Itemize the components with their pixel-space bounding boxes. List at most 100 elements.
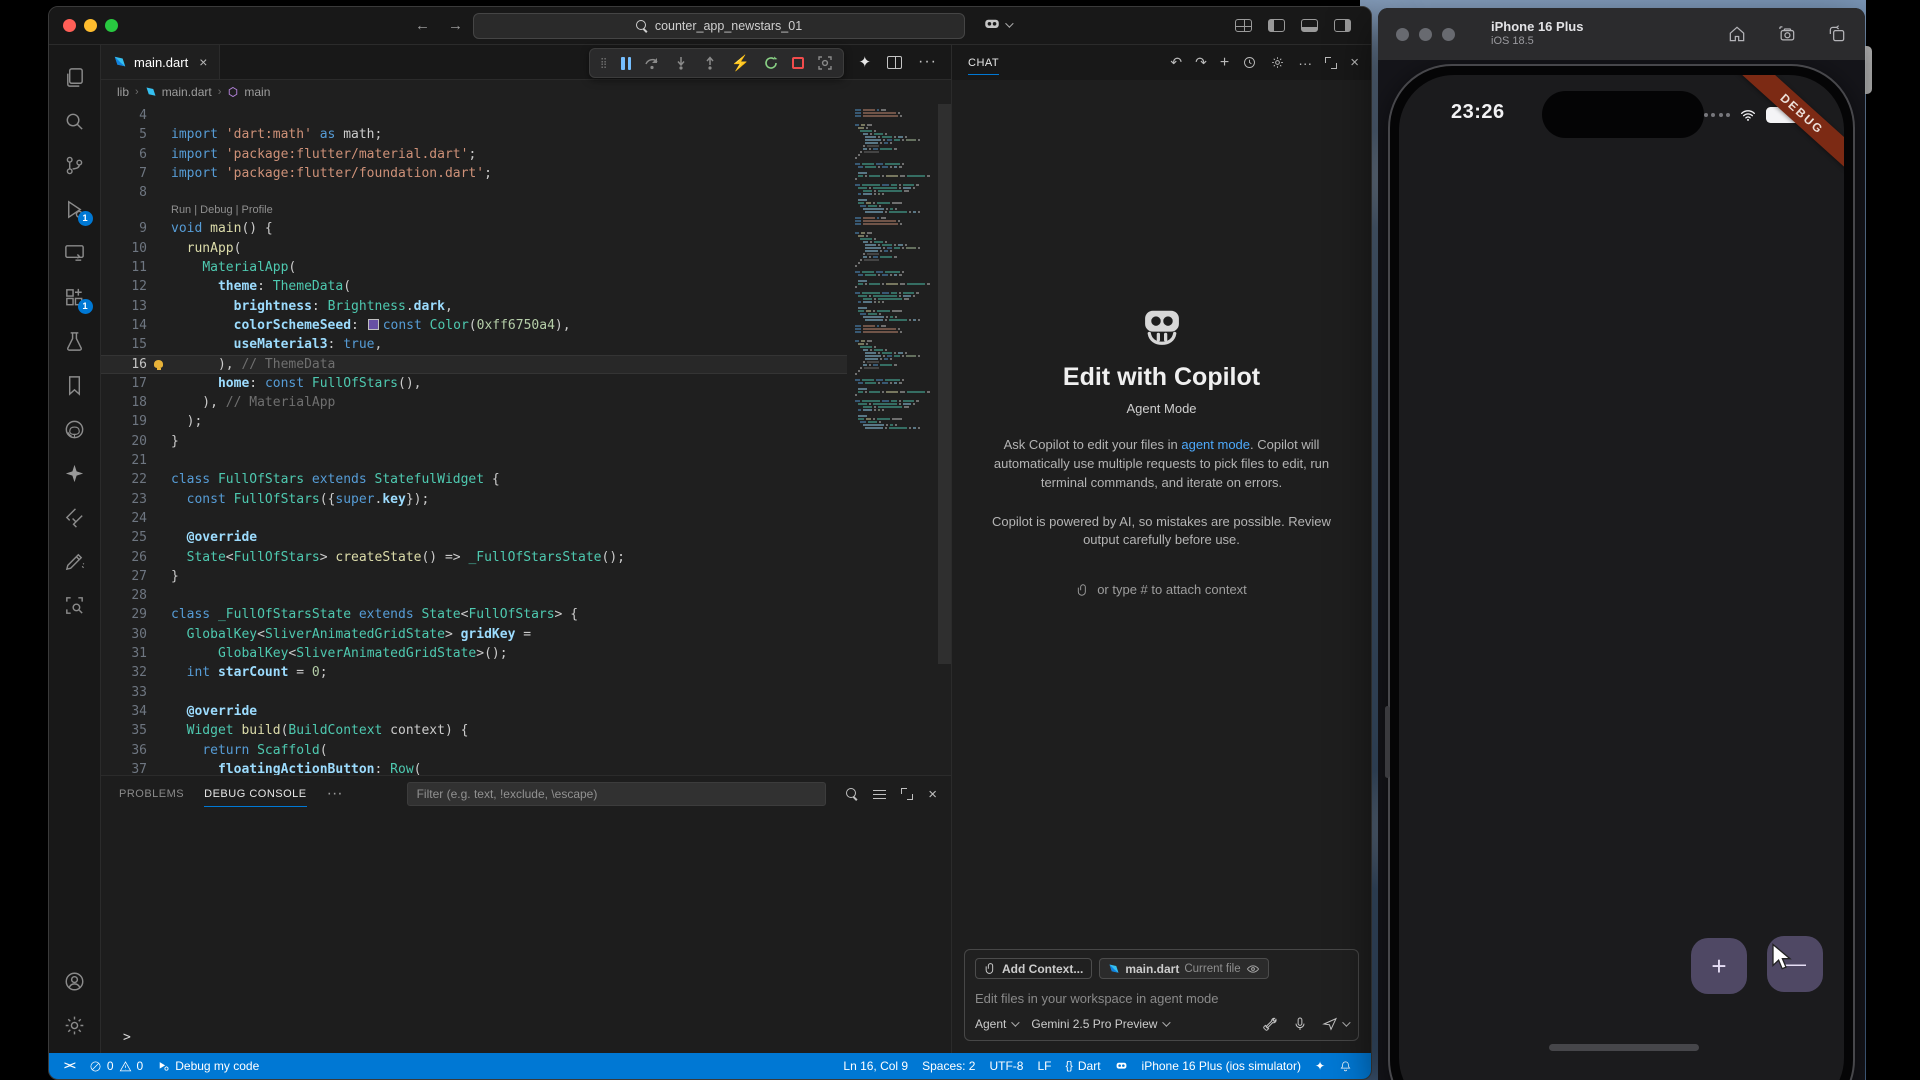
- toggle-sidebar-icon[interactable]: [1268, 19, 1285, 32]
- restart-icon[interactable]: [763, 55, 779, 71]
- home-indicator[interactable]: [1549, 1044, 1699, 1051]
- rotate-icon[interactable]: [1827, 24, 1847, 44]
- tab-problems[interactable]: PROBLEMS: [119, 776, 184, 812]
- model-picker[interactable]: Gemini 2.5 Pro Preview: [1031, 1017, 1168, 1031]
- debug-my-code-button[interactable]: Debug my code: [150, 1053, 266, 1079]
- nav-back-icon[interactable]: ←: [415, 17, 430, 34]
- chat-input-box[interactable]: Add Context... main.dart Current file Ag…: [964, 949, 1359, 1041]
- split-editor-icon[interactable]: [887, 56, 902, 69]
- mode-picker[interactable]: Agent: [975, 1017, 1017, 1031]
- step-over-icon[interactable]: [644, 55, 660, 71]
- minimize-window-button[interactable]: [84, 19, 97, 32]
- sidebar-item-github[interactable]: [53, 407, 97, 451]
- command-center-search[interactable]: counter_app_newstars_01: [473, 13, 965, 39]
- chevron-right-icon: ›: [218, 86, 222, 98]
- agent-mode-link[interactable]: agent mode: [1181, 437, 1250, 452]
- copilot-titlebar-button[interactable]: [983, 16, 1011, 34]
- step-out-icon[interactable]: [702, 55, 718, 71]
- editor-scrollbar[interactable]: [938, 104, 951, 664]
- code-editor[interactable]: 45import 'dart:math' as math;6import 'pa…: [101, 104, 951, 775]
- sidebar-item-edit[interactable]: [53, 539, 97, 583]
- mic-icon[interactable]: [1292, 1016, 1308, 1032]
- notifications-bell[interactable]: [1332, 1053, 1359, 1079]
- tab-debug-console[interactable]: DEBUG CONSOLE: [204, 776, 306, 812]
- drag-handle-icon[interactable]: ⣿: [600, 58, 608, 69]
- tab-main-dart[interactable]: main.dart ×: [101, 45, 220, 79]
- chat-more-actions-icon[interactable]: ···: [1298, 55, 1312, 71]
- nav-forward-icon[interactable]: →: [448, 17, 463, 34]
- eol-sequence[interactable]: LF: [1030, 1053, 1058, 1079]
- undo-icon[interactable]: ↶: [1170, 54, 1182, 71]
- maximize-panel-icon[interactable]: [901, 788, 913, 800]
- debug-console-filter-input[interactable]: [407, 782, 827, 806]
- iphone-screen[interactable]: 23:26 DEBUG + —: [1399, 75, 1844, 1080]
- panel-more-tabs-icon[interactable]: ···: [327, 785, 343, 803]
- flutter-sparkle-icon[interactable]: ✦: [1308, 1053, 1332, 1079]
- breadcrumb-symbol[interactable]: main: [227, 85, 270, 99]
- toggle-secondary-sidebar-icon[interactable]: [1334, 19, 1351, 32]
- toggle-panel-icon[interactable]: [1301, 19, 1318, 32]
- encoding[interactable]: UTF-8: [982, 1053, 1030, 1079]
- remote-indicator[interactable]: ><: [57, 1053, 82, 1079]
- context-file-chip[interactable]: main.dart Current file: [1099, 958, 1268, 979]
- hot-reload-icon[interactable]: ⚡: [731, 56, 750, 71]
- zoom-window-button[interactable]: [105, 19, 118, 32]
- sidebar-item-source-control[interactable]: [53, 143, 97, 187]
- sidebar-item-copilot-chat[interactable]: [53, 451, 97, 495]
- sidebar-item-remote-explorer[interactable]: [53, 231, 97, 275]
- tab-chat[interactable]: CHAT: [968, 45, 999, 80]
- sidebar-item-run-debug[interactable]: 1: [53, 187, 97, 231]
- filter-lines-icon[interactable]: [873, 789, 886, 800]
- customize-layout-icon[interactable]: [1235, 19, 1252, 32]
- copilot-sparkle-icon[interactable]: ✦: [858, 53, 871, 71]
- sidebar-item-widget-inspector[interactable]: [53, 583, 97, 627]
- close-tab-icon[interactable]: ×: [199, 54, 207, 70]
- screenshot-camera-icon[interactable]: [1777, 24, 1797, 44]
- history-icon[interactable]: [1242, 55, 1257, 70]
- sidebar-item-flutter[interactable]: [53, 495, 97, 539]
- account-button[interactable]: [53, 959, 97, 1003]
- home-icon[interactable]: [1727, 24, 1747, 44]
- debug-console-output[interactable]: >: [101, 812, 951, 1053]
- language-mode[interactable]: {}Dart: [1059, 1053, 1108, 1079]
- device-selector[interactable]: iPhone 16 Plus (ios simulator): [1135, 1053, 1308, 1079]
- pause-icon[interactable]: [621, 57, 631, 70]
- close-panel-icon[interactable]: ×: [928, 786, 937, 803]
- add-context-button[interactable]: Add Context...: [975, 958, 1092, 979]
- panel-search-icon[interactable]: [846, 788, 858, 800]
- close-window-button[interactable]: [63, 19, 76, 32]
- sidebar-item-testing[interactable]: [53, 319, 97, 363]
- widget-inspector-icon[interactable]: [817, 55, 833, 71]
- codelens-row[interactable]: Run | Debug | Profile: [101, 202, 847, 219]
- sidebar-item-extensions[interactable]: 1: [53, 275, 97, 319]
- new-chat-icon[interactable]: +: [1220, 54, 1229, 72]
- sidebar-item-explorer[interactable]: [53, 55, 97, 99]
- breadcrumb-file[interactable]: main.dart: [145, 85, 212, 99]
- cursor-position[interactable]: Ln 16, Col 9: [836, 1053, 915, 1079]
- settings-button[interactable]: [53, 1003, 97, 1047]
- traffic-lights[interactable]: [63, 19, 118, 32]
- send-button[interactable]: [1322, 1016, 1348, 1032]
- increment-fab[interactable]: +: [1691, 938, 1747, 994]
- chat-message-input[interactable]: [975, 991, 1348, 1006]
- gear-icon[interactable]: [1270, 55, 1285, 70]
- editor-more-actions-icon[interactable]: ···: [918, 53, 937, 71]
- expand-chat-icon[interactable]: [1325, 57, 1337, 69]
- close-chat-icon[interactable]: ×: [1350, 54, 1359, 71]
- tools-icon[interactable]: [1262, 1016, 1278, 1032]
- sidebar-item-search[interactable]: [53, 99, 97, 143]
- indentation[interactable]: Spaces: 2: [915, 1053, 982, 1079]
- stop-icon[interactable]: [792, 57, 804, 69]
- lightbulb-icon[interactable]: [154, 360, 163, 368]
- problems-status[interactable]: 0 0: [82, 1053, 150, 1079]
- breadcrumb-lib[interactable]: lib: [117, 85, 129, 99]
- eye-icon[interactable]: [1246, 962, 1260, 976]
- redo-icon[interactable]: ↷: [1195, 54, 1207, 71]
- step-into-icon[interactable]: [673, 55, 689, 71]
- minimap[interactable]: [855, 106, 935, 775]
- console-prompt[interactable]: >: [123, 1030, 131, 1045]
- simulator-window-controls[interactable]: [1396, 28, 1455, 41]
- sidebar-item-bookmarks[interactable]: [53, 363, 97, 407]
- copilot-status[interactable]: [1108, 1053, 1135, 1079]
- simulator-titlebar[interactable]: iPhone 16 Plus iOS 18.5: [1378, 8, 1865, 60]
